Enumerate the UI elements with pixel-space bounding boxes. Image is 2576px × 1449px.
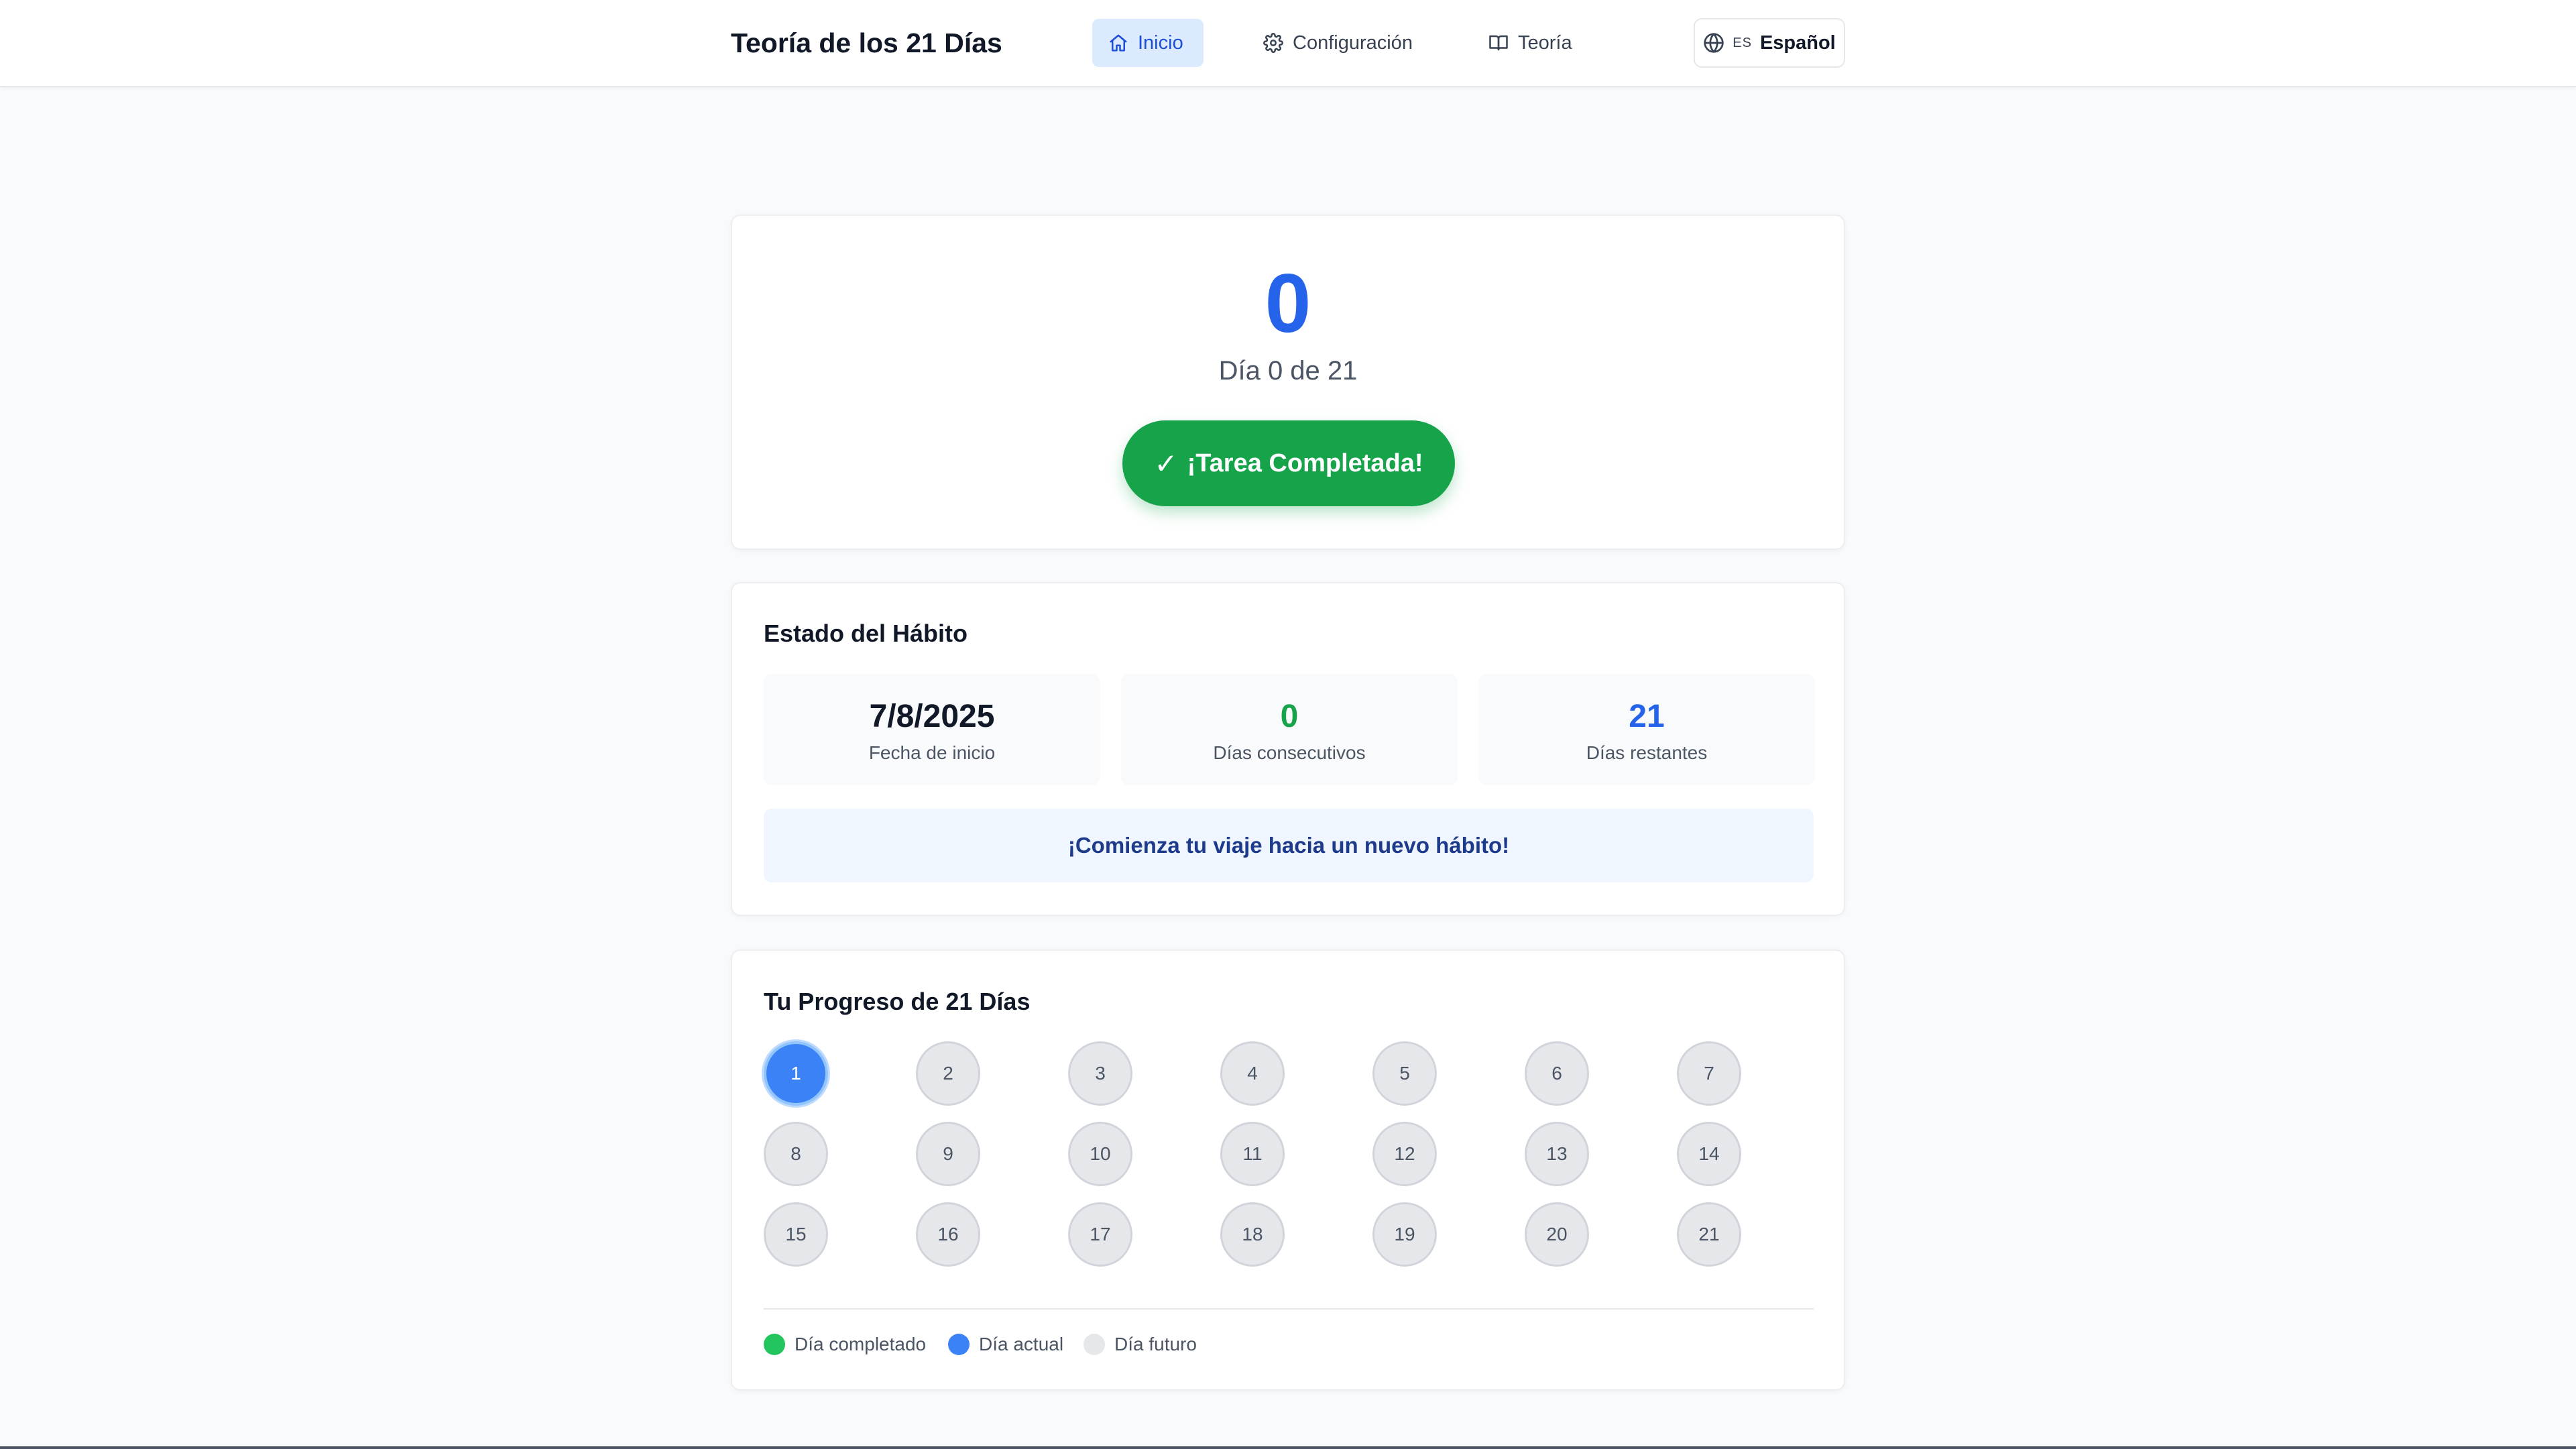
day-circle-13[interactable]: 13 xyxy=(1525,1122,1589,1186)
stat-remaining-days: 21 Días restantes xyxy=(1478,674,1815,785)
legend-current: Día actual xyxy=(948,1331,1063,1358)
stat-label: Días consecutivos xyxy=(1213,742,1366,763)
day-circle-21[interactable]: 21 xyxy=(1677,1202,1741,1267)
progress-title: Tu Progreso de 21 Días xyxy=(764,988,1031,1015)
stat-value: 0 xyxy=(1280,699,1299,734)
day-circle-4[interactable]: 4 xyxy=(1220,1041,1285,1106)
day-circle-11[interactable]: 11 xyxy=(1220,1122,1285,1186)
stat-label: Fecha de inicio xyxy=(868,742,996,763)
nav-item-inicio[interactable]: Inicio xyxy=(1092,19,1204,67)
day-circle-20[interactable]: 20 xyxy=(1525,1202,1589,1267)
day-circle-2[interactable]: 2 xyxy=(916,1041,980,1106)
nav-item-label: Teoría xyxy=(1518,32,1572,54)
day-circle-3[interactable]: 3 xyxy=(1068,1041,1132,1106)
top-navbar: Teoría de los 21 Días Inicio Configuraci… xyxy=(0,0,2576,87)
future-dot-icon xyxy=(1084,1334,1105,1355)
motivation-message: ¡Comienza tu viaje hacia un nuevo hábito… xyxy=(764,809,1814,882)
gear-icon xyxy=(1263,33,1283,53)
day-circle-8[interactable]: 8 xyxy=(764,1122,828,1186)
check-icon: ✓ xyxy=(1154,447,1178,479)
language-selector[interactable]: ES Español xyxy=(1694,18,1845,68)
legend-label: Día futuro xyxy=(1114,1334,1197,1354)
day-circle-12[interactable]: 12 xyxy=(1372,1122,1437,1186)
day-circle-15[interactable]: 15 xyxy=(764,1202,828,1267)
day-circle-7[interactable]: 7 xyxy=(1677,1041,1741,1106)
nav-item-label: Inicio xyxy=(1138,32,1183,54)
home-icon xyxy=(1110,34,1127,52)
day-circle-6[interactable]: 6 xyxy=(1525,1041,1589,1106)
legend-future: Día futuro xyxy=(1084,1331,1197,1358)
day-circle-9[interactable]: 9 xyxy=(916,1122,980,1186)
day-progress-text: Día 0 de 21 xyxy=(1218,356,1358,386)
nav-item-label: Configuración xyxy=(1293,32,1413,54)
window-bottom-edge xyxy=(0,1446,2576,1449)
legend-divider xyxy=(764,1308,1814,1310)
habit-status-title: Estado del Hábito xyxy=(764,620,968,647)
day-circle-10[interactable]: 10 xyxy=(1068,1122,1132,1186)
day-circle-17[interactable]: 17 xyxy=(1068,1202,1132,1267)
book-icon xyxy=(1489,35,1508,51)
task-completed-button[interactable]: ✓ ¡Tarea Completada! xyxy=(1122,420,1455,506)
task-completed-label: ¡Tarea Completada! xyxy=(1187,449,1423,477)
legend-completed: Día completado xyxy=(764,1331,926,1358)
day-circle-14[interactable]: 14 xyxy=(1677,1122,1741,1186)
language-label: Español xyxy=(1759,32,1836,54)
nav-item-configuracion[interactable]: Configuración xyxy=(1247,19,1429,67)
language-code: ES xyxy=(1733,35,1752,50)
day-circle-18[interactable]: 18 xyxy=(1220,1202,1285,1267)
day-circle-5[interactable]: 5 xyxy=(1372,1041,1437,1106)
nav-item-teoria[interactable]: Teoría xyxy=(1472,19,1588,67)
day-counter: 0 xyxy=(1265,257,1311,350)
day-circle-1[interactable]: 1 xyxy=(764,1041,828,1106)
stat-value: 7/8/2025 xyxy=(869,699,995,734)
stat-label: Días restantes xyxy=(1586,742,1708,763)
stat-value: 21 xyxy=(1629,699,1665,734)
day-circle-19[interactable]: 19 xyxy=(1372,1202,1437,1267)
app-title[interactable]: Teoría de los 21 Días xyxy=(731,25,1002,60)
legend-label: Día completado xyxy=(795,1334,927,1354)
day-circle-16[interactable]: 16 xyxy=(916,1202,980,1267)
stat-start-date: 7/8/2025 Fecha de inicio xyxy=(764,674,1100,785)
stat-consecutive-days: 0 Días consecutivos xyxy=(1121,674,1458,785)
globe-icon xyxy=(1704,33,1724,53)
completed-dot-icon xyxy=(764,1334,785,1355)
current-dot-icon xyxy=(948,1334,970,1355)
legend-label: Día actual xyxy=(979,1334,1064,1354)
